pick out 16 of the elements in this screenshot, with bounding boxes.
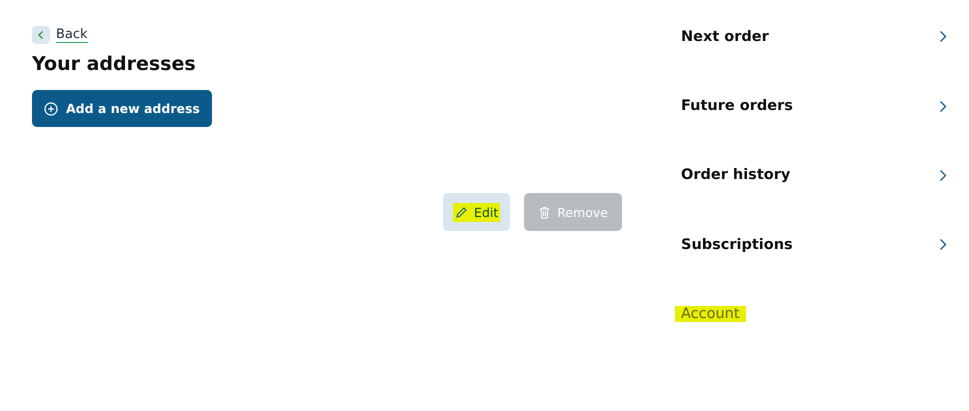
chevron-right-icon [939,30,947,44]
nav-item[interactable]: Subscriptions [675,210,947,280]
trash-icon [538,206,552,218]
page-title: Your addresses [32,53,197,75]
add-address-button[interactable]: Add a new address [32,90,212,127]
nav-item[interactable]: Future orders [675,71,947,141]
edit-button[interactable]: Edit [443,193,510,231]
chevron-right-icon [939,100,947,113]
chevron-right-icon [939,238,947,252]
back-link[interactable]: Back [56,27,88,43]
nav-item[interactable]: Next order [675,2,947,72]
nav-item[interactable]: Order history [675,140,947,210]
pencil-icon [455,206,468,218]
plus-circle-icon [44,102,58,116]
nav-item[interactable]: Account [675,280,947,349]
chevron-right-icon [939,168,947,182]
